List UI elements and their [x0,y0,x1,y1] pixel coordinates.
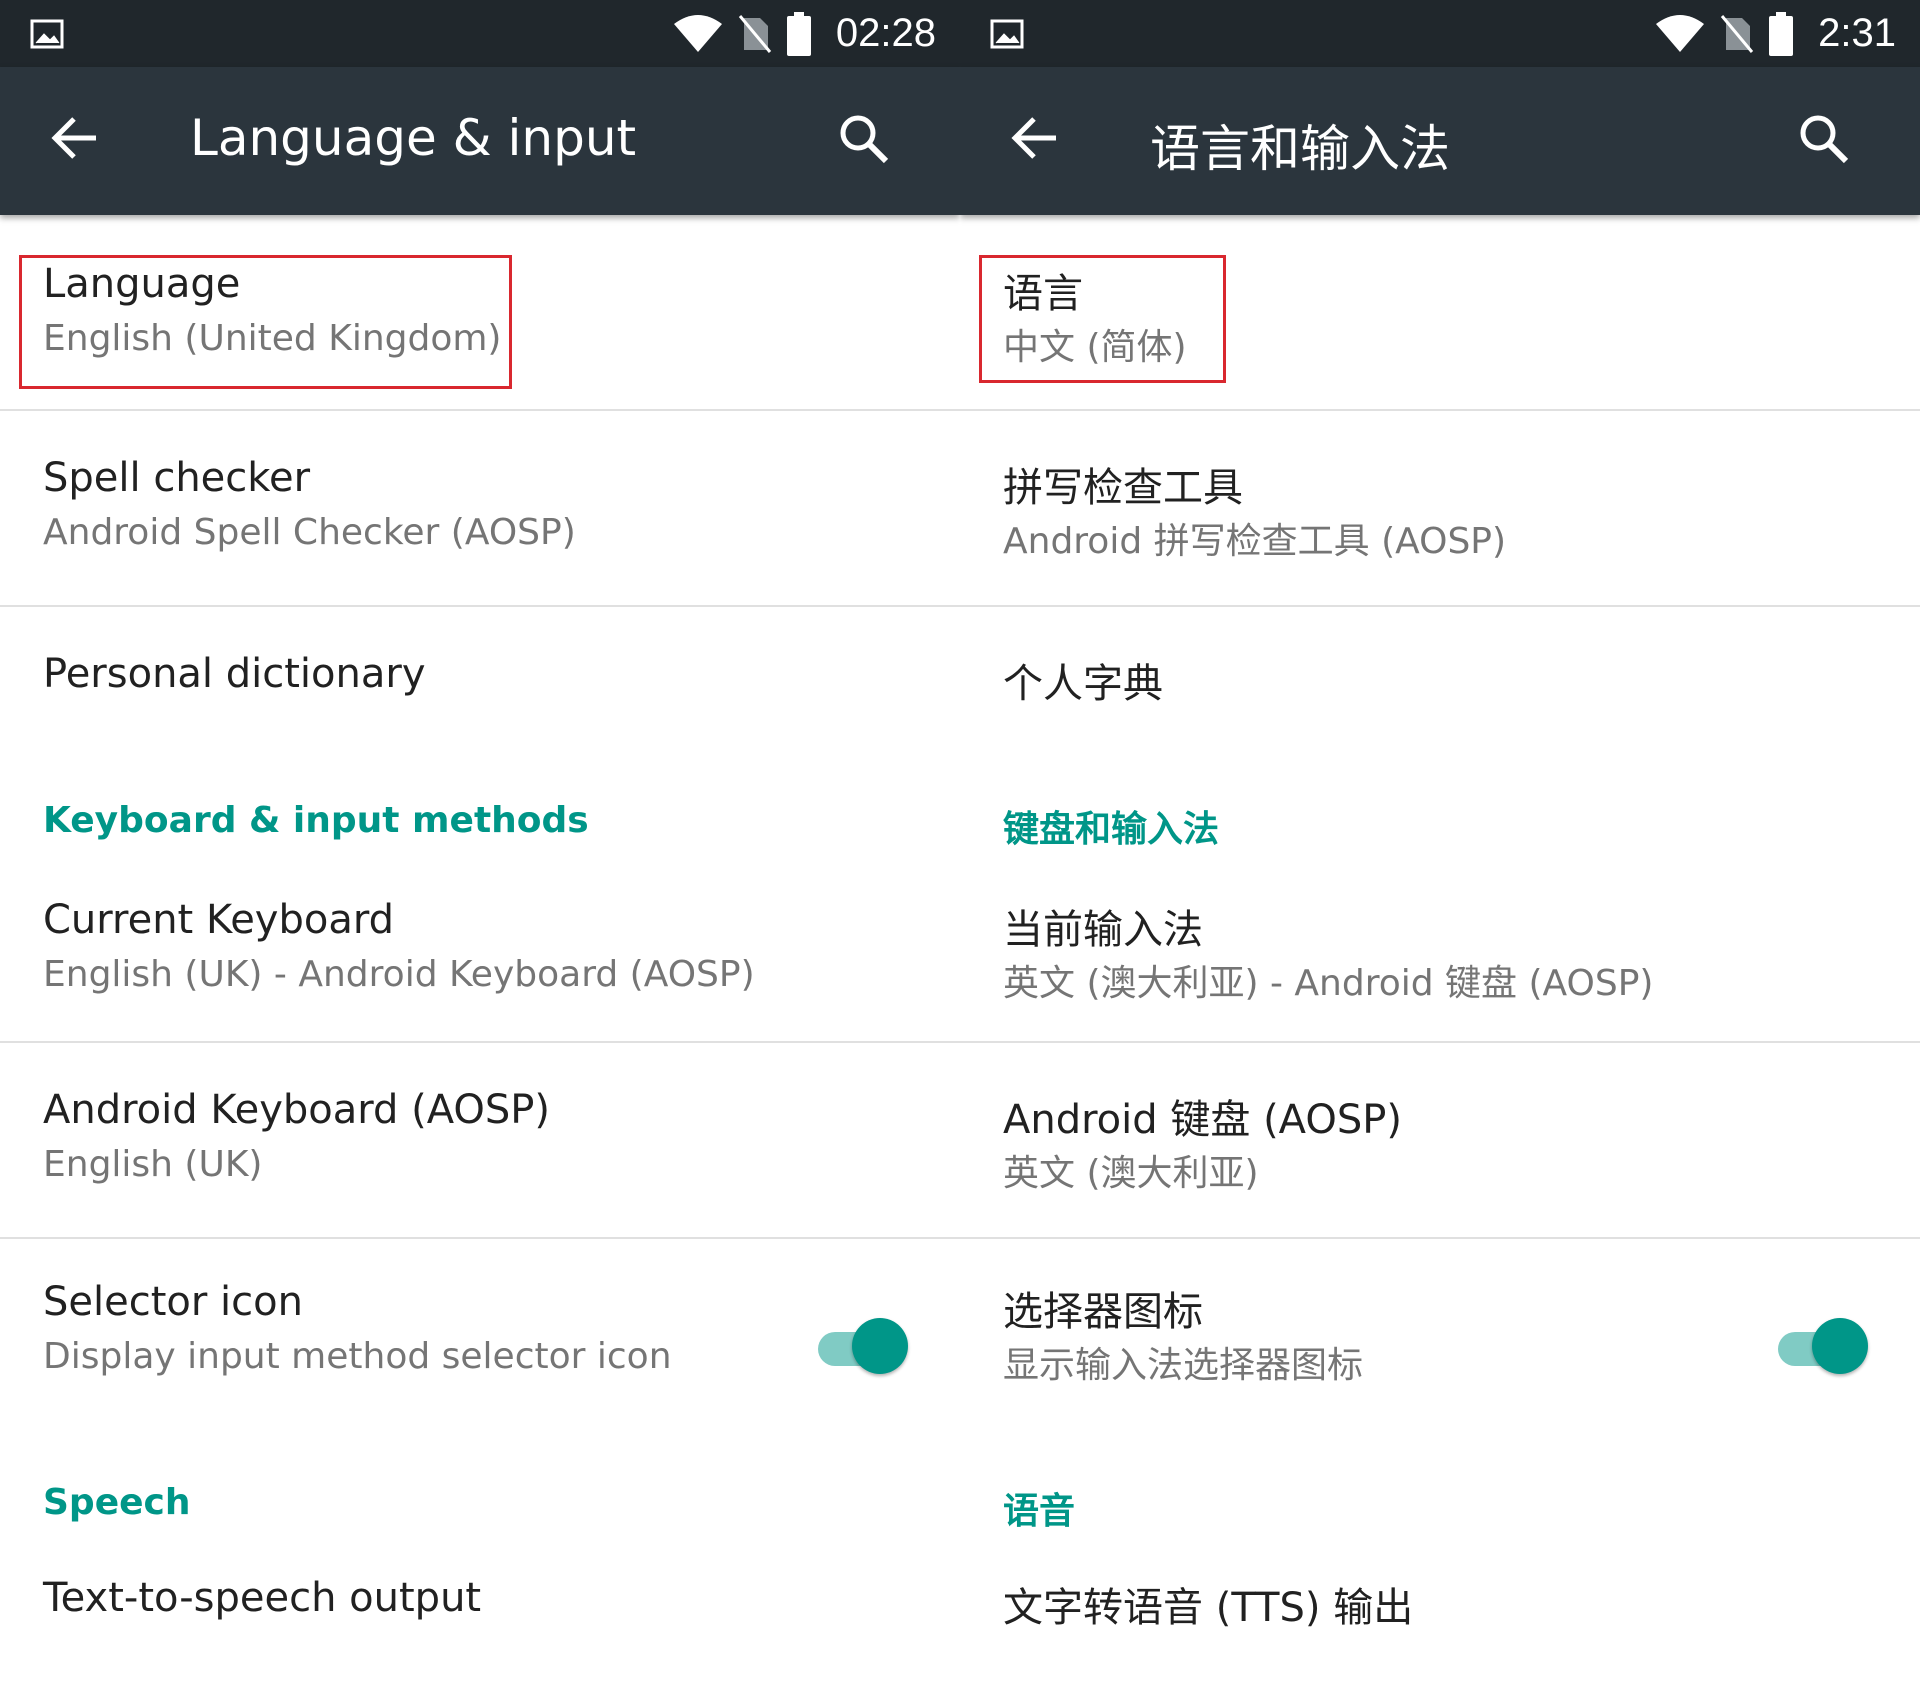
selector-icon-subtitle: 显示输入法选择器图标 [1003,1345,1364,1386]
current-keyboard-subtitle: English (UK) - Android Keyboard (AOSP) [43,954,755,995]
spell-checker-item[interactable]: Spell checker Android Spell Checker (AOS… [0,411,960,605]
spell-checker-item[interactable]: 拼写检查工具 Android 拼写检查工具 (AOSP) [960,411,1920,605]
no-sim-icon [738,14,772,53]
current-keyboard-subtitle: 英文 (澳大利亚) - Android 键盘 (AOSP) [1003,963,1654,1004]
image-notification-icon [30,19,64,49]
back-arrow-icon[interactable] [1010,113,1060,163]
personal-dictionary-item[interactable]: 个人字典 [960,607,1920,737]
comparison-screens: 02:28 Language & input Language English … [0,0,1920,1707]
spell-checker-subtitle: Android Spell Checker (AOSP) [43,512,576,553]
status-bar: 02:28 [0,0,960,67]
wifi-icon [673,14,722,52]
tts-output-item[interactable]: Text-to-speech output [0,1555,960,1685]
speech-section-header: Speech [43,1482,191,1523]
image-notification-icon [990,19,1024,49]
battery-icon [786,11,811,56]
wifi-icon [1656,14,1705,52]
selector-icon-title: 选择器图标 [1003,1289,1203,1335]
page-title: 语言和输入法 [1150,120,1450,178]
battery-icon [1769,11,1794,56]
search-icon[interactable] [1798,113,1850,165]
android-keyboard-title: Android Keyboard (AOSP) [43,1087,550,1133]
toggle-thumb [852,1318,908,1374]
spell-checker-title: 拼写检查工具 [1003,465,1243,511]
selector-icon-toggle[interactable] [1772,1315,1868,1379]
selector-icon-title: Selector icon [43,1279,303,1325]
keyboard-section-header: 键盘和输入法 [1003,809,1220,850]
android-keyboard-item[interactable]: Android 键盘 (AOSP) 英文 (澳大利亚) [960,1043,1920,1237]
current-keyboard-item[interactable]: Current Keyboard English (UK) - Android … [0,877,960,1041]
speech-section-header: 语音 [1003,1491,1076,1532]
current-keyboard-title: 当前输入法 [1003,907,1203,953]
toggle-thumb [1812,1318,1868,1374]
android-keyboard-subtitle: 英文 (澳大利亚) [1003,1153,1259,1194]
keyboard-section-header: Keyboard & input methods [43,800,589,841]
status-time: 02:28 [835,11,936,55]
selector-icon-item[interactable]: Selector icon Display input method selec… [0,1239,960,1439]
android-keyboard-item[interactable]: Android Keyboard (AOSP) English (UK) [0,1043,960,1237]
app-bar: 语言和输入法 [960,67,1920,215]
status-bar: 2:31 [960,0,1920,67]
android-keyboard-subtitle: English (UK) [43,1144,263,1185]
no-sim-icon [1720,14,1754,53]
personal-dictionary-item[interactable]: Personal dictionary [0,607,960,737]
tts-output-item[interactable]: 文字转语音 (TTS) 输出 [960,1555,1920,1685]
back-arrow-icon[interactable] [50,113,100,163]
status-time: 2:31 [1818,11,1896,55]
page-title: Language & input [190,109,637,167]
language-highlight-box [19,255,512,389]
spell-checker-subtitle: Android 拼写检查工具 (AOSP) [1003,521,1507,562]
personal-dictionary-title: Personal dictionary [43,651,426,697]
screen-chinese: 2:31 语言和输入法 语言 中文 (简体) 拼写检查工具 Android 拼写… [960,0,1920,1707]
search-icon[interactable] [838,113,890,165]
tts-output-title: 文字转语音 (TTS) 输出 [1003,1585,1414,1631]
screen-english: 02:28 Language & input Language English … [0,0,960,1707]
selector-icon-subtitle: Display input method selector icon [43,1336,672,1377]
current-keyboard-title: Current Keyboard [43,897,394,943]
android-keyboard-title: Android 键盘 (AOSP) [1003,1097,1402,1143]
app-bar: Language & input [0,67,960,215]
language-highlight-box [979,255,1226,383]
spell-checker-title: Spell checker [43,455,311,501]
personal-dictionary-title: 个人字典 [1003,661,1163,707]
tts-output-title: Text-to-speech output [43,1575,482,1621]
current-keyboard-item[interactable]: 当前输入法 英文 (澳大利亚) - Android 键盘 (AOSP) [960,877,1920,1041]
selector-icon-toggle[interactable] [812,1315,908,1379]
selector-icon-item[interactable]: 选择器图标 显示输入法选择器图标 [960,1239,1920,1439]
